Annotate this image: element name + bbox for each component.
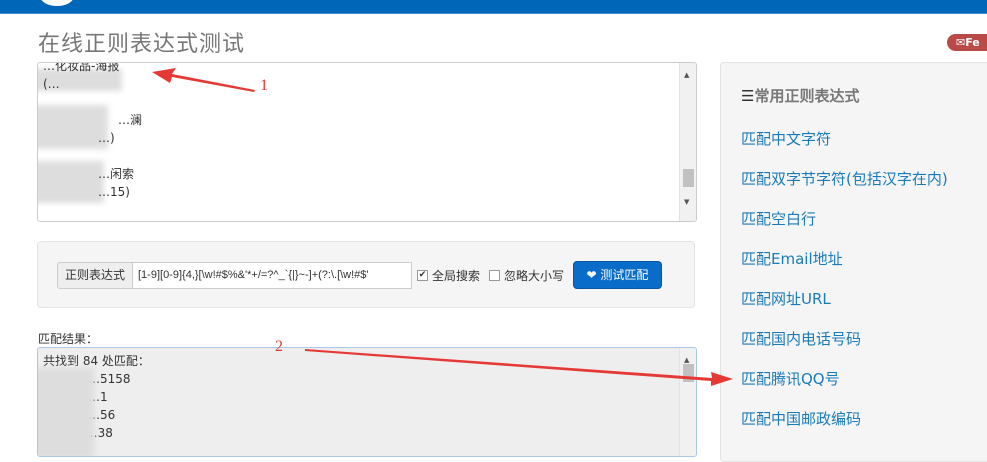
annotation-arrows bbox=[152, 68, 733, 386]
annotation-label-2: 2 bbox=[275, 338, 283, 355]
annotation-arrow-2 bbox=[305, 349, 733, 386]
annotation-arrow-1 bbox=[152, 68, 255, 92]
annotation-label-1: 1 bbox=[260, 77, 268, 94]
